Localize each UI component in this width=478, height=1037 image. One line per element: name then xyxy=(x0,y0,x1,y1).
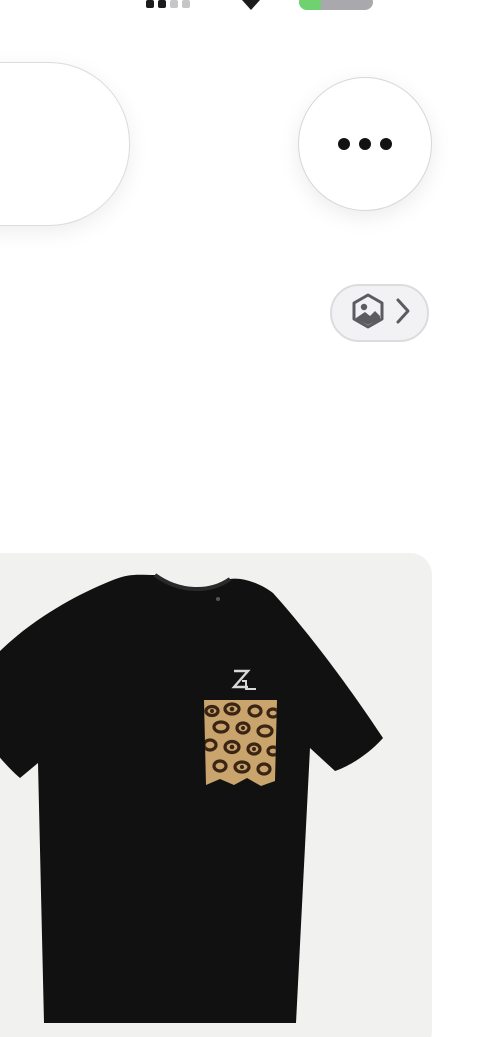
ellipsis-icon xyxy=(380,138,392,150)
shirt-body xyxy=(0,574,383,1023)
cellular-signal-icon xyxy=(146,0,190,8)
back-button[interactable] xyxy=(0,62,130,226)
screen xyxy=(0,0,478,1037)
photo-icon xyxy=(349,292,387,335)
ellipsis-icon xyxy=(359,138,371,150)
ellipsis-icon xyxy=(338,138,350,150)
status-bar xyxy=(0,0,478,10)
chevron-right-icon xyxy=(395,297,411,330)
more-options-button[interactable] xyxy=(298,77,432,211)
t-shirt-image xyxy=(0,573,383,1023)
leopard-pocket xyxy=(204,700,277,786)
product-image-card[interactable] xyxy=(0,553,432,1037)
wifi-icon xyxy=(242,0,260,10)
battery-icon xyxy=(299,0,373,10)
view-images-button[interactable] xyxy=(330,284,429,342)
